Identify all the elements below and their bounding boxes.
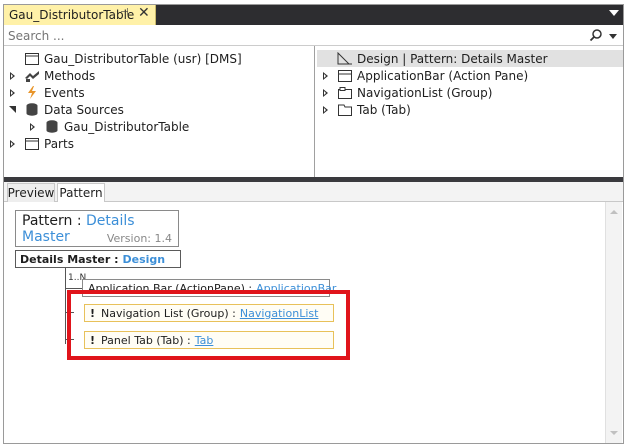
node-link-applicationbar[interactable]: ApplicationBar [256, 282, 336, 295]
tree-connector-horizontal [65, 312, 74, 313]
close-icon[interactable]: ✕ [138, 5, 150, 21]
document-tab-title: Gau_DistributorTable [9, 8, 135, 22]
collapse-arrow-icon[interactable] [8, 105, 18, 115]
tree-item-navigation-list[interactable]: NavigationList (Group) [321, 84, 492, 101]
group-icon [337, 86, 353, 100]
tree-item-label: NavigationList (Group) [357, 85, 493, 100]
tree-item-design[interactable]: Design | Pattern: Details Master [317, 50, 623, 67]
expand-arrow-icon[interactable] [321, 88, 331, 98]
element-tree-pane: Gau_DistributorTable (usr) [DMS] Methods… [4, 46, 315, 177]
root-node-label: Details Master : [20, 252, 119, 266]
warning-icon: ! [90, 306, 96, 320]
tree-item-label: Parts [44, 136, 74, 151]
lower-tab-strip: Preview Pattern [4, 182, 623, 203]
designer-window: Gau_DistributorTable ⊣ ✕ Gau_Distributor… [3, 4, 624, 444]
tree-item-methods[interactable]: Methods [8, 67, 95, 84]
tree-connector-vertical [65, 268, 66, 344]
tab-icon [337, 103, 353, 117]
pattern-version: Version: 1.4 [106, 232, 172, 245]
methods-icon [24, 69, 40, 83]
tab-overflow-dropdown-icon[interactable] [609, 10, 619, 16]
expand-arrow-icon[interactable] [28, 122, 38, 132]
tab-preview[interactable]: Preview [7, 183, 55, 202]
tree-item-label: Data Sources [44, 102, 124, 117]
database-icon [44, 120, 60, 134]
expand-arrow-icon[interactable] [8, 71, 18, 81]
tree-item-form[interactable]: Gau_DistributorTable (usr) [DMS] [8, 50, 242, 67]
tree-item-parts[interactable]: Parts [8, 135, 74, 152]
expander-none [8, 54, 18, 64]
pin-icon[interactable]: ⊣ [120, 7, 129, 18]
pattern-label: Pattern : [22, 213, 82, 229]
node-label: Navigation List (Group) : [101, 306, 236, 320]
tree-item-label: Design | Pattern: Details Master [357, 51, 548, 66]
tree-item-label: ApplicationBar (Action Pane) [357, 68, 529, 83]
pattern-node-panel-tab: ! Panel Tab (Tab) : Tab [84, 331, 334, 349]
tree-item-tab[interactable]: Tab (Tab) [321, 101, 411, 118]
tree-item-label: Methods [44, 68, 96, 83]
database-icon [24, 103, 40, 117]
search-input[interactable] [8, 27, 588, 44]
document-tab-strip: Gau_DistributorTable ⊣ ✕ [4, 5, 623, 25]
parts-icon [24, 137, 40, 151]
actionpane-icon [337, 69, 353, 83]
pattern-info-box: Pattern : Details Master Version: 1.4 [15, 210, 179, 247]
tree-item-label: Events [44, 85, 85, 100]
search-icon[interactable] [589, 28, 603, 42]
pattern-node-navigation-list: ! Navigation List (Group) : NavigationLi… [84, 304, 334, 322]
node-link-navigationlist[interactable]: NavigationList [240, 307, 319, 320]
pattern-root-node: Details Master : Design [15, 250, 181, 268]
scroll-down-icon[interactable] [610, 431, 618, 435]
expand-arrow-icon[interactable] [321, 71, 331, 81]
expand-arrow-icon[interactable] [8, 88, 18, 98]
search-options-dropdown-icon[interactable] [609, 34, 617, 39]
form-icon [24, 52, 40, 66]
expander-none [321, 54, 331, 64]
tree-connector-horizontal [65, 288, 82, 289]
tree-item-label: Tab (Tab) [357, 102, 411, 117]
tab-pattern[interactable]: Pattern [57, 183, 105, 203]
vertical-scrollbar[interactable] [605, 202, 622, 443]
root-node-link[interactable]: Design [122, 253, 165, 266]
document-tab[interactable]: Gau_DistributorTable ⊣ ✕ [4, 5, 156, 25]
pattern-canvas: Pattern : Details Master Version: 1.4 De… [4, 202, 605, 443]
tree-item-label: Gau_DistributorTable (usr) [DMS] [44, 51, 242, 66]
tree-item-data-sources[interactable]: Data Sources [8, 101, 124, 118]
tree-item-datasource-distributor[interactable]: Gau_DistributorTable [28, 118, 189, 135]
tree-item-application-bar[interactable]: ApplicationBar (Action Pane) [321, 67, 528, 84]
tree-item-label: Gau_DistributorTable [64, 119, 190, 134]
node-link-tab[interactable]: Tab [195, 334, 214, 347]
node-label: Panel Tab (Tab) : [101, 333, 191, 347]
node-label: Application Bar (ActionPane) : [88, 281, 253, 295]
expand-arrow-icon[interactable] [8, 139, 18, 149]
warning-icon: ! [90, 333, 96, 347]
design-icon [337, 52, 353, 66]
pattern-node-application-bar: Application Bar (ActionPane) : Applicati… [82, 279, 336, 297]
expand-arrow-icon[interactable] [321, 105, 331, 115]
tree-item-events[interactable]: Events [8, 84, 85, 101]
tree-connector-horizontal [65, 339, 74, 340]
design-tree-pane: Design | Pattern: Details Master Applica… [317, 46, 623, 177]
events-icon [24, 86, 40, 100]
scroll-up-icon[interactable] [610, 210, 618, 214]
search-bar [4, 26, 623, 46]
